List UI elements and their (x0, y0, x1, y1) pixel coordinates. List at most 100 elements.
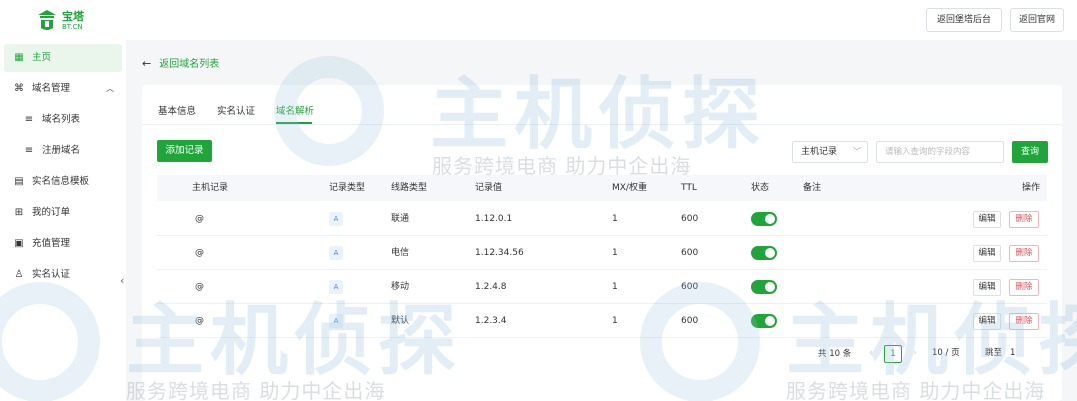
table-row: @ A 联通 1.12.0.1 1 600 编辑 删除 (157, 202, 1047, 236)
edit-button[interactable]: 编辑 (973, 211, 1001, 228)
cell-host: @ (195, 248, 204, 258)
th-ops: 操作 (1022, 183, 1041, 193)
sidebar-item-my-orders[interactable]: ⊞ 我的订单 (4, 199, 122, 227)
cell-ttl: 600 (681, 282, 699, 292)
sidebar-item-label: 域名列表 (42, 114, 81, 125)
th-line: 线路类型 (391, 183, 428, 193)
page-1-button[interactable]: 1 (884, 345, 902, 363)
next-page-icon[interactable]: › (906, 345, 924, 363)
field-select[interactable]: 主机记录 ﹀ (792, 141, 868, 163)
cell-value: 1.2.3.4 (475, 316, 507, 326)
cell-ttl: 600 (681, 214, 699, 224)
cell-mx: 1 (612, 282, 618, 292)
th-status: 状态 (751, 183, 770, 193)
sidebar: ▦ 主页 ⌘ 域名管理 ︿ ≡ 域名列表 ≡ 注册域名 ▤ 实名信息模板 ⊞ 我的订单 ▣ 充… (0, 40, 126, 401)
pagination: ‹ 1 › 10 / 页 跳至 1 (142, 345, 1062, 365)
back-to-site-button[interactable]: 返回官网 (1010, 8, 1064, 32)
sidebar-item-realname-auth[interactable]: ♙ 实名认证 (4, 261, 122, 289)
list-icon: ≡ (24, 114, 34, 125)
cell-ttl: 600 (681, 316, 699, 326)
record-type-tag: A (329, 279, 343, 294)
brand-name-en: BT.CN (62, 23, 83, 31)
bt-logo[interactable]: 宝塔 BT.CN (36, 6, 96, 34)
cell-line: 联通 (391, 214, 410, 224)
sidebar-item-label: 我的订单 (32, 207, 71, 218)
add-record-button[interactable]: 添加记录 (157, 140, 212, 162)
sidebar-item-domain-list[interactable]: ≡ 域名列表 (4, 106, 122, 134)
cell-mx: 1 (612, 248, 618, 258)
cell-ttl: 600 (681, 248, 699, 258)
wallet-icon: ▣ (14, 238, 24, 249)
tab-divider (142, 124, 1062, 125)
record-type-tag: A (329, 245, 343, 260)
cell-value: 1.12.34.56 (475, 248, 524, 258)
sidebar-item-label: 域名管理 (32, 83, 71, 94)
record-type-tag: A (329, 211, 343, 226)
cell-line: 默认 (391, 316, 410, 326)
cell-value: 1.12.0.1 (475, 214, 513, 224)
edit-button[interactable]: 编辑 (973, 245, 1001, 262)
goto-label: 跳至 (985, 348, 1003, 358)
sidebar-item-label: 实名信息模板 (32, 176, 90, 187)
status-toggle[interactable] (751, 280, 777, 294)
sidebar-item-domain-management[interactable]: ⌘ 域名管理 ︿ (4, 75, 122, 103)
register-icon: ≡ (24, 145, 34, 156)
status-toggle[interactable] (751, 212, 777, 226)
collapse-sidebar-icon[interactable]: ‹ (120, 274, 124, 287)
delete-button[interactable]: 删除 (1009, 279, 1039, 296)
prev-page-icon[interactable]: ‹ (862, 345, 880, 363)
delete-button[interactable]: 删除 (1009, 245, 1039, 262)
field-select-value: 主机记录 (801, 147, 838, 157)
status-toggle[interactable] (751, 314, 777, 328)
cell-host: @ (195, 316, 204, 326)
cell-line: 移动 (391, 282, 410, 292)
cell-line: 电信 (391, 248, 410, 258)
delete-button[interactable]: 删除 (1009, 313, 1039, 330)
top-bar: 宝塔 BT.CN 返回堡塔后台 返回官网 (0, 0, 1077, 40)
cell-mx: 1 (612, 214, 618, 224)
th-ttl: TTL (681, 183, 697, 193)
goto-input[interactable]: 1 (1010, 345, 1030, 363)
cell-value: 1.2.4.8 (475, 282, 507, 292)
sidebar-item-label: 主页 (32, 52, 52, 63)
sidebar-item-recharge[interactable]: ▣ 充值管理 (4, 230, 122, 258)
id-card-icon: ▤ (14, 176, 24, 187)
th-host: 主机记录 (192, 183, 229, 193)
cell-mx: 1 (612, 316, 618, 326)
back-to-panel-button[interactable]: 返回堡塔后台 (926, 8, 1002, 32)
grid-icon: ▦ (14, 52, 24, 63)
status-toggle[interactable] (751, 246, 777, 260)
chevron-down-icon: ﹀ (853, 147, 861, 156)
brand-name-cn: 宝塔 (62, 10, 84, 23)
table-row: @ A 电信 1.12.34.56 1 600 编辑 删除 (157, 236, 1047, 270)
sidebar-item-home[interactable]: ▦ 主页 (4, 44, 122, 72)
th-value: 记录值 (475, 183, 503, 193)
tab-basic-info[interactable]: 基本信息 (158, 103, 196, 117)
sidebar-item-realname-template[interactable]: ▤ 实名信息模板 (4, 168, 122, 196)
table-row: @ A 移动 1.2.4.8 1 600 编辑 删除 (157, 270, 1047, 304)
cart-icon: ⊞ (14, 207, 24, 218)
th-type: 记录类型 (329, 183, 366, 193)
cell-host: @ (195, 282, 204, 292)
cell-host: @ (195, 214, 204, 224)
search-input[interactable] (876, 141, 1004, 163)
th-mx: MX/权重 (612, 183, 647, 193)
delete-button[interactable]: 删除 (1009, 211, 1039, 228)
sidebar-item-register-domain[interactable]: ≡ 注册域名 (4, 137, 122, 165)
arrow-left-icon: ← (142, 57, 152, 70)
edit-button[interactable]: 编辑 (973, 313, 1001, 330)
tab-realname[interactable]: 实名认证 (217, 103, 255, 117)
back-to-domain-list[interactable]: ← 返回域名列表 (142, 55, 219, 73)
table-header: 主机记录 记录类型 线路类型 记录值 MX/权重 TTL 状态 备注 操作 (157, 175, 1047, 201)
tab-dns[interactable]: 域名解析 (276, 103, 314, 117)
query-button[interactable]: 查询 (1012, 141, 1048, 163)
record-type-tag: A (329, 313, 343, 328)
sidebar-item-label: 充值管理 (32, 238, 71, 249)
pagoda-icon (38, 10, 56, 30)
edit-button[interactable]: 编辑 (973, 279, 1001, 296)
dns-card: 基本信息 实名认证 域名解析 添加记录 主机记录 ﹀ 查询 主机记录 记录类型 … (142, 85, 1062, 401)
sidebar-item-label: 注册域名 (42, 145, 81, 156)
chevron-up-icon: ︿ (106, 84, 114, 93)
page-size-select[interactable]: 10 / 页 (932, 345, 976, 363)
table-row: @ A 默认 1.2.3.4 1 600 编辑 删除 (157, 304, 1047, 338)
